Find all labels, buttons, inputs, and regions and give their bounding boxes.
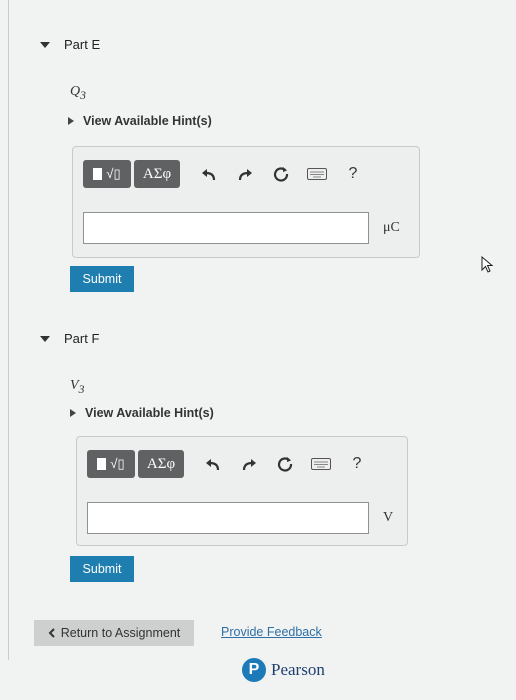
part-e-answer-box: √▯ ΑΣφ ? μC bbox=[72, 146, 420, 258]
chevron-left-icon bbox=[48, 628, 55, 638]
page-edge bbox=[8, 0, 9, 660]
keyboard-icon[interactable] bbox=[299, 160, 335, 188]
part-f-submit-button[interactable]: Submit bbox=[70, 556, 134, 582]
part-f-title: Part F bbox=[64, 331, 100, 346]
help-button[interactable]: ? bbox=[335, 160, 371, 188]
math-toolbar: √▯ ΑΣφ ? bbox=[83, 160, 371, 188]
part-e-answer-input[interactable] bbox=[83, 212, 369, 244]
pearson-wordmark: Pearson bbox=[271, 660, 325, 679]
part-e-unit: μC bbox=[383, 220, 400, 235]
part-f-variable: V3 bbox=[70, 378, 85, 396]
template-square-icon bbox=[93, 168, 103, 180]
templates-button[interactable]: √▯ bbox=[87, 450, 135, 478]
return-to-assignment-button[interactable]: Return to Assignment bbox=[34, 620, 194, 646]
part-f-unit: V bbox=[383, 510, 394, 525]
part-e-title: Part E bbox=[64, 37, 101, 52]
answer-row: V bbox=[87, 501, 397, 535]
reset-icon[interactable] bbox=[267, 450, 303, 478]
part-e-header[interactable]: Part E bbox=[40, 37, 100, 52]
collapse-caret-icon[interactable] bbox=[40, 335, 50, 342]
template-square-icon bbox=[97, 458, 107, 470]
mouse-cursor-icon bbox=[481, 256, 494, 273]
part-e-hints-toggle[interactable]: View Available Hint(s) bbox=[68, 114, 212, 128]
pearson-p-icon: P bbox=[242, 658, 266, 682]
reset-icon[interactable] bbox=[263, 160, 299, 188]
provide-feedback-link[interactable]: Provide Feedback bbox=[221, 625, 322, 639]
part-f-hints-toggle[interactable]: View Available Hint(s) bbox=[70, 406, 214, 420]
part-f-answer-input[interactable] bbox=[87, 502, 369, 534]
pearson-logo: P Pearson bbox=[242, 658, 325, 682]
undo-icon[interactable] bbox=[191, 160, 227, 188]
part-e-submit-button[interactable]: Submit bbox=[70, 266, 134, 292]
math-toolbar: √▯ ΑΣφ ? bbox=[87, 450, 375, 478]
keyboard-icon[interactable] bbox=[303, 450, 339, 478]
part-f-answer-box: √▯ ΑΣφ ? V bbox=[76, 436, 408, 546]
expand-arrow-icon bbox=[68, 117, 74, 125]
undo-icon[interactable] bbox=[195, 450, 231, 478]
redo-icon[interactable] bbox=[227, 160, 263, 188]
expand-arrow-icon bbox=[70, 409, 76, 417]
redo-icon[interactable] bbox=[231, 450, 267, 478]
part-e-variable: Q3 bbox=[70, 84, 86, 102]
greek-symbols-button[interactable]: ΑΣφ bbox=[138, 450, 184, 478]
part-f-header[interactable]: Part F bbox=[40, 331, 99, 346]
answer-row: μC bbox=[83, 211, 409, 245]
collapse-caret-icon[interactable] bbox=[40, 41, 50, 48]
help-button[interactable]: ? bbox=[339, 450, 375, 478]
templates-button[interactable]: √▯ bbox=[83, 160, 131, 188]
greek-symbols-button[interactable]: ΑΣφ bbox=[134, 160, 180, 188]
